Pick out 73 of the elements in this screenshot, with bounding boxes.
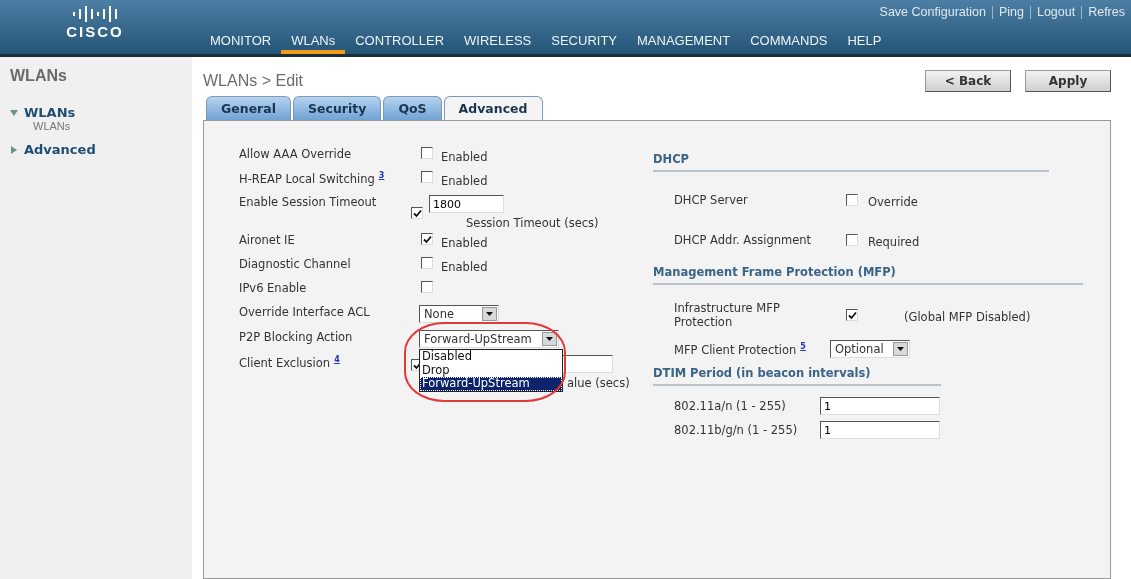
nav-tab[interactable]: MONITOR [200,30,282,54]
field-label: Override Interface ACL [239,304,370,319]
footnote-link[interactable]: 3 [378,171,385,180]
nav-tab[interactable]: WIRELESS [454,30,542,54]
caret-right-icon [10,145,18,154]
checkbox[interactable] [421,257,433,269]
sidebar-item[interactable]: WLANs [10,105,192,120]
sidebar-title: WLANs [10,67,68,85]
timeout-input[interactable]: 1800 [429,195,504,213]
tab[interactable]: General [206,96,291,120]
option-label: Required [868,233,921,249]
caret-down-icon [10,108,18,117]
field-label: P2P Blocking Action [239,329,353,344]
checkbox[interactable] [421,171,433,183]
nav-tab[interactable]: COMMANDS [740,30,838,54]
field-caption: Session Timeout (secs) [465,215,599,230]
sidebar-subitem[interactable]: WLANs [10,120,192,132]
nav-tab[interactable]: HELP [837,30,892,54]
header-link[interactable]: Refres [1081,6,1131,19]
checkbox[interactable] [846,234,858,246]
apply-button[interactable]: Apply [1025,70,1111,92]
text-input[interactable]: 1 [820,421,940,439]
sidebar-item[interactable]: Advanced [10,142,192,157]
section-heading: DHCP [653,151,691,168]
field-label: Allow AAA Override [239,146,351,161]
field-label: Diagnostic Channel [239,256,351,271]
field-label: 802.11a/n (1 - 255) [674,399,787,413]
field-caption: alue (secs) [567,375,630,390]
field-label: DHCP Addr. Assignment [674,233,813,247]
option-label: Override [868,193,919,209]
checkbox[interactable] [411,207,423,219]
header-link[interactable]: Save Configuration [873,6,992,19]
tab[interactable]: QoS [383,96,442,120]
dropdown-option[interactable]: Forward-UpStream [420,377,562,391]
field-label: Client Exclusion [239,354,331,370]
page-title: WLANs > Edit [203,72,304,90]
tab[interactable]: Advanced [443,96,543,120]
dropdown[interactable]: None [419,305,499,323]
field-label: Aironet IE [239,232,295,247]
nav-tab[interactable]: WLANs [281,30,346,54]
checkbox[interactable] [421,281,433,293]
option-label: Enabled [441,173,488,188]
nav-tab[interactable]: MANAGEMENT [627,30,741,54]
back-button[interactable]: < Back [925,70,1011,92]
checkbox[interactable] [421,147,433,159]
field-label: DHCP Server [674,193,749,207]
field-label: MFP Client Protection [674,342,797,357]
option-label: Enabled [441,235,488,250]
option-label: Enabled [441,149,488,164]
logo-text: CISCO [66,23,124,40]
checkbox[interactable] [846,309,858,321]
checkbox[interactable] [846,194,858,206]
section-heading: DTIM Period (in beacon intervals) [653,365,872,382]
checkbox[interactable] [421,233,433,245]
footnote-link[interactable]: 5 [800,341,806,351]
tab[interactable]: Security [293,96,382,120]
nav-tab[interactable]: CONTROLLER [345,30,455,54]
field-label: 802.11b/g/n (1 - 255) [674,423,799,437]
field-label: Enable Session Timeout [239,194,377,209]
text-input[interactable]: 1 [820,397,940,415]
header-link[interactable]: Logout [1029,6,1082,19]
logo-bars-icon [71,6,119,22]
field-label: Infrastructure MFP Protection [674,301,781,329]
option-label: Enabled [441,259,488,274]
footnote-link[interactable]: 4 [334,355,340,364]
dropdown[interactable]: Forward-UpStream [419,330,559,348]
nav-tab[interactable]: SECURITY [541,30,627,54]
field-label: H-REAP Local Switching [239,170,375,186]
field-label: IPv6 Enable [239,280,307,295]
header-link[interactable]: Ping [991,6,1030,19]
section-heading: Management Frame Protection (MFP) [653,264,897,281]
option-label: (Global MFP Disabled) [903,308,1032,324]
dropdown[interactable]: Optional [830,340,910,358]
